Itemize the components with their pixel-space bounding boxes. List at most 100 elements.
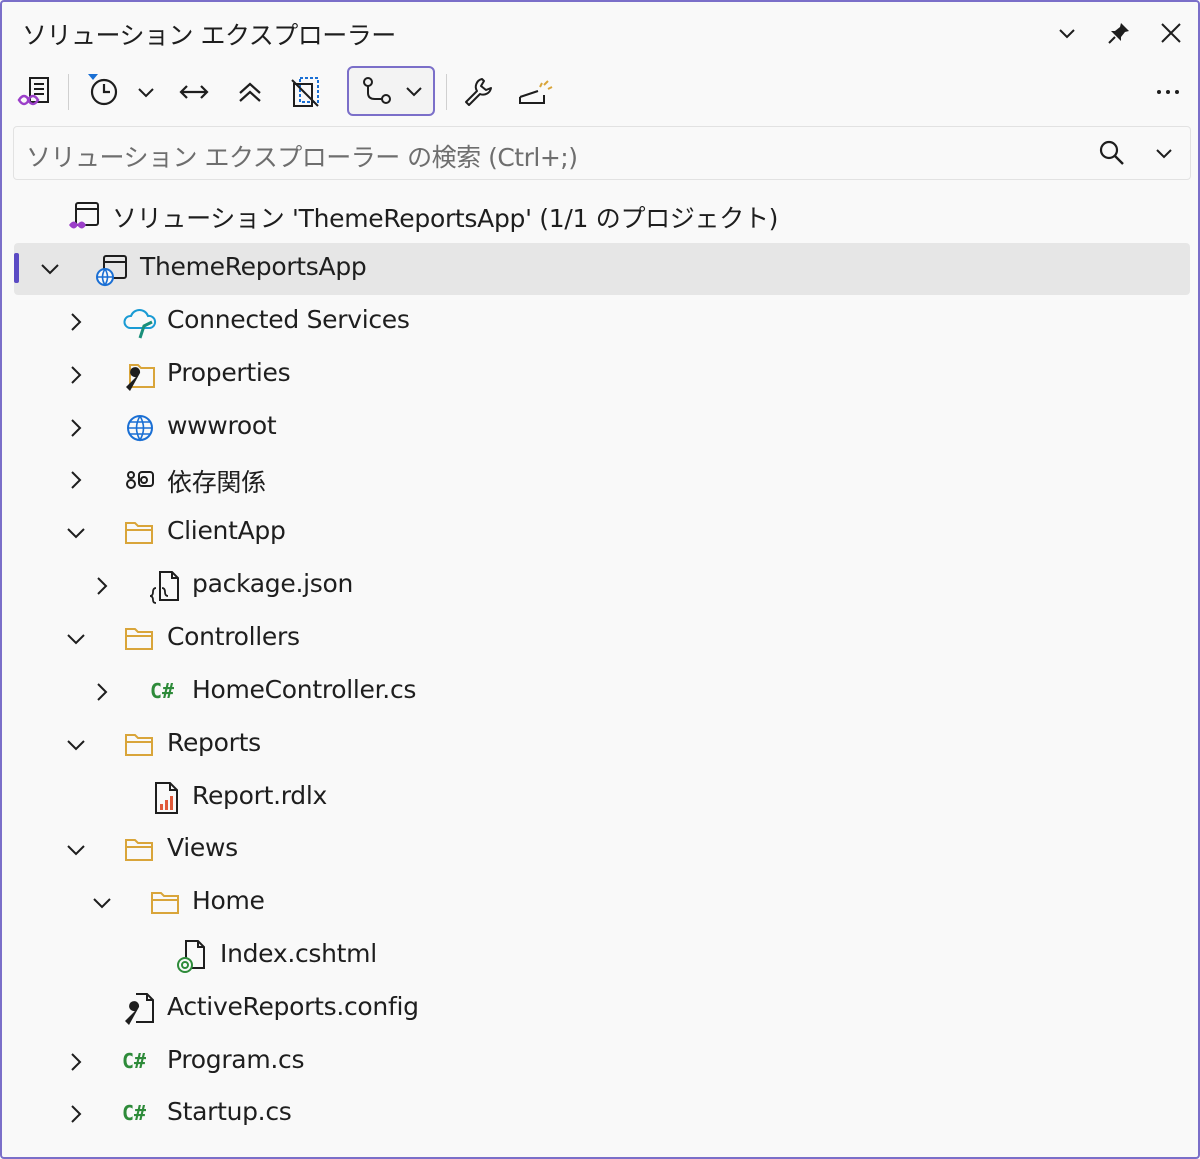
wrench-icon <box>465 78 492 106</box>
tree-item-label: ソリューション 'ThemeReportsApp' (1/1 のプロジェクト) <box>112 204 779 233</box>
tree-item-startup-cs[interactable]: C# Startup.cs <box>14 1088 1190 1140</box>
tree-item-label: Properties <box>167 358 291 387</box>
csharp-file-icon: C# <box>122 1049 147 1073</box>
branch-icon <box>363 77 391 104</box>
close-button[interactable] <box>1154 16 1188 50</box>
close-icon <box>1161 23 1181 43</box>
solution-icon <box>66 198 102 234</box>
config-file-icon <box>122 991 158 1027</box>
folder-open-icon <box>122 727 158 763</box>
tree-item-dependencies[interactable]: 依存関係 <box>14 454 1190 506</box>
tree-item-label: Report.rdlx <box>192 781 327 810</box>
pending-changes-filter-button[interactable] <box>80 70 124 110</box>
tree-item-views[interactable]: Views <box>14 824 1190 876</box>
solution-views-icon <box>17 77 49 106</box>
tree-item-label: Index.cshtml <box>220 939 377 968</box>
tree-item-solution[interactable]: ソリューション 'ThemeReportsApp' (1/1 のプロジェクト) <box>14 190 1190 242</box>
tree-item-properties[interactable]: Properties <box>14 349 1190 401</box>
chevron-right-icon[interactable] <box>62 308 90 336</box>
tree-item-activereports-config[interactable]: ActiveReports.config <box>14 983 1190 1035</box>
tree-item-reports[interactable]: Reports <box>14 719 1190 771</box>
chevron-down-icon <box>1059 29 1075 39</box>
csharp-file-icon: C# <box>122 1101 147 1125</box>
show-all-files-button[interactable] <box>284 72 328 112</box>
tree-item-index-cshtml[interactable]: Index.cshtml <box>14 930 1190 982</box>
chevron-right-icon[interactable] <box>62 1048 90 1076</box>
switch-views-button[interactable] <box>14 74 54 110</box>
chevron-right-icon[interactable] <box>62 466 90 494</box>
csharp-file-icon: C# <box>150 679 175 703</box>
tree-item-home[interactable]: Home <box>14 877 1190 929</box>
selection-indicator <box>14 253 19 283</box>
sync-with-document-button[interactable] <box>172 74 216 110</box>
chevron-down-icon <box>1156 149 1172 159</box>
window-options-button[interactable] <box>1050 16 1084 50</box>
search-options-dropdown[interactable] <box>1148 137 1180 169</box>
chevron-down-icon[interactable] <box>88 889 116 917</box>
collapse-all-icon <box>239 82 261 102</box>
chevron-right-icon[interactable] <box>88 678 116 706</box>
folder-open-icon <box>122 621 158 657</box>
tree-item-homecontroller-cs[interactable]: C# HomeController.cs <box>14 666 1190 718</box>
properties-folder-icon <box>122 357 158 393</box>
chevron-down-icon[interactable] <box>36 255 64 283</box>
search-box[interactable]: ソリューション エクスプローラー の検索 (Ctrl+;) <box>13 126 1191 180</box>
tree-item-project[interactable]: ThemeReportsApp <box>14 243 1190 295</box>
tree-item-label: ThemeReportsApp <box>140 252 367 281</box>
preview-selected-items-button[interactable] <box>510 74 558 110</box>
tree-item-clientapp[interactable]: ClientApp <box>14 507 1190 559</box>
chevron-down-icon[interactable] <box>62 836 90 864</box>
pending-changes-dropdown[interactable] <box>132 76 160 108</box>
properties-button[interactable] <box>456 74 500 110</box>
razor-file-icon <box>174 938 210 974</box>
search-icon <box>1099 140 1124 165</box>
tree-item-label: ClientApp <box>167 516 286 545</box>
tree-item-wwwroot[interactable]: wwwroot <box>14 402 1190 454</box>
tree-item-label: 依存関係 <box>167 468 266 497</box>
chevron-down-icon[interactable] <box>62 731 90 759</box>
tree-item-label: Views <box>167 833 238 862</box>
chevron-down-icon <box>406 87 422 97</box>
history-icon <box>88 74 118 106</box>
chevron-right-icon[interactable] <box>88 572 116 600</box>
show-all-files-icon <box>291 77 319 107</box>
tree-item-label: Startup.cs <box>167 1097 292 1126</box>
chevron-down-icon[interactable] <box>62 625 90 653</box>
tree-item-label: Home <box>192 886 265 915</box>
sync-arrows-icon <box>179 85 209 99</box>
chevron-right-icon[interactable] <box>62 414 90 442</box>
tree-item-label: ActiveReports.config <box>167 992 419 1021</box>
collapse-all-button[interactable] <box>228 74 272 110</box>
solution-explorer-panel: ソリューション エクスプローラー ソリューション エクスプローラー の検索 (C… <box>0 0 1200 1159</box>
ellipsis-icon <box>1157 90 1179 94</box>
tree-item-package-json[interactable]: package.json <box>14 560 1190 612</box>
tree-item-connected-services[interactable]: Connected Services <box>14 296 1190 348</box>
tree-item-report-rdlx[interactable]: Report.rdlx <box>14 772 1190 824</box>
git-changes-filter-button[interactable] <box>347 66 435 116</box>
preview-icon <box>519 80 553 104</box>
connected-services-icon <box>122 304 158 340</box>
chevron-down-icon[interactable] <box>62 519 90 547</box>
search-input[interactable]: ソリューション エクスプローラー の検索 (Ctrl+;) <box>26 138 578 174</box>
tree-item-label: Reports <box>167 728 261 757</box>
chevron-right-icon[interactable] <box>62 1100 90 1128</box>
pin-button[interactable] <box>1102 16 1136 50</box>
tree-item-label: package.json <box>192 569 353 598</box>
search-button[interactable] <box>1094 135 1130 171</box>
more-options-button[interactable] <box>1148 74 1188 110</box>
web-project-icon <box>94 251 130 287</box>
report-file-icon <box>148 780 184 816</box>
tree-item-label: wwwroot <box>167 411 277 440</box>
json-file-icon <box>148 568 184 604</box>
dependencies-icon <box>122 462 158 498</box>
folder-open-icon <box>148 885 184 921</box>
tree-item-controllers[interactable]: Controllers <box>14 613 1190 665</box>
tree-item-label: Program.cs <box>167 1045 305 1074</box>
tree-item-label: HomeController.cs <box>192 675 417 704</box>
tree-item-program-cs[interactable]: C# Program.cs <box>14 1036 1190 1088</box>
chevron-right-icon[interactable] <box>62 361 90 389</box>
chevron-down-icon <box>138 88 154 98</box>
pin-icon <box>1108 23 1129 44</box>
panel-title: ソリューション エクスプローラー <box>22 21 396 50</box>
tree-item-label: Connected Services <box>167 305 410 334</box>
